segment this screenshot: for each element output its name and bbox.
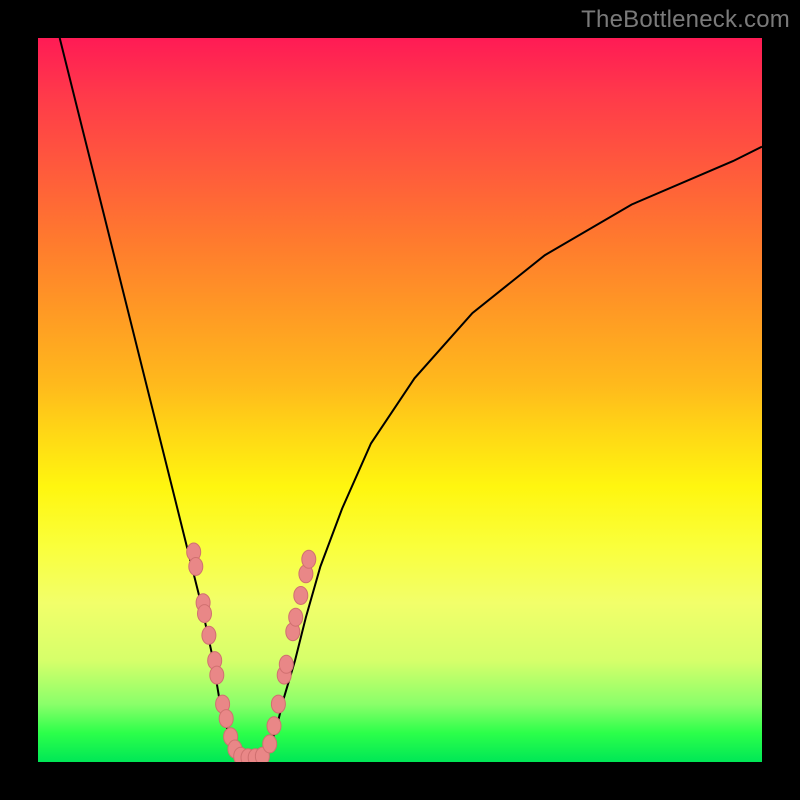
highlight-dot	[279, 655, 293, 673]
highlight-dot	[271, 695, 285, 713]
chart-svg	[38, 38, 762, 762]
chart-frame: TheBottleneck.com	[0, 0, 800, 800]
curve-left	[60, 38, 241, 758]
highlight-dot	[302, 550, 316, 568]
highlight-dot	[294, 587, 308, 605]
highlight-dot	[263, 735, 277, 753]
plot-area	[38, 38, 762, 762]
watermark-text: TheBottleneck.com	[581, 6, 790, 34]
highlight-dot	[210, 666, 224, 684]
curve-right	[262, 147, 762, 759]
series-left-branch	[60, 38, 241, 758]
series-right-branch	[262, 147, 762, 759]
highlight-dot	[198, 605, 212, 623]
highlight-dot	[289, 608, 303, 626]
highlight-dot	[189, 558, 203, 576]
highlight-dot	[267, 717, 281, 735]
highlight-dot	[202, 626, 216, 644]
highlight-dot	[219, 710, 233, 728]
